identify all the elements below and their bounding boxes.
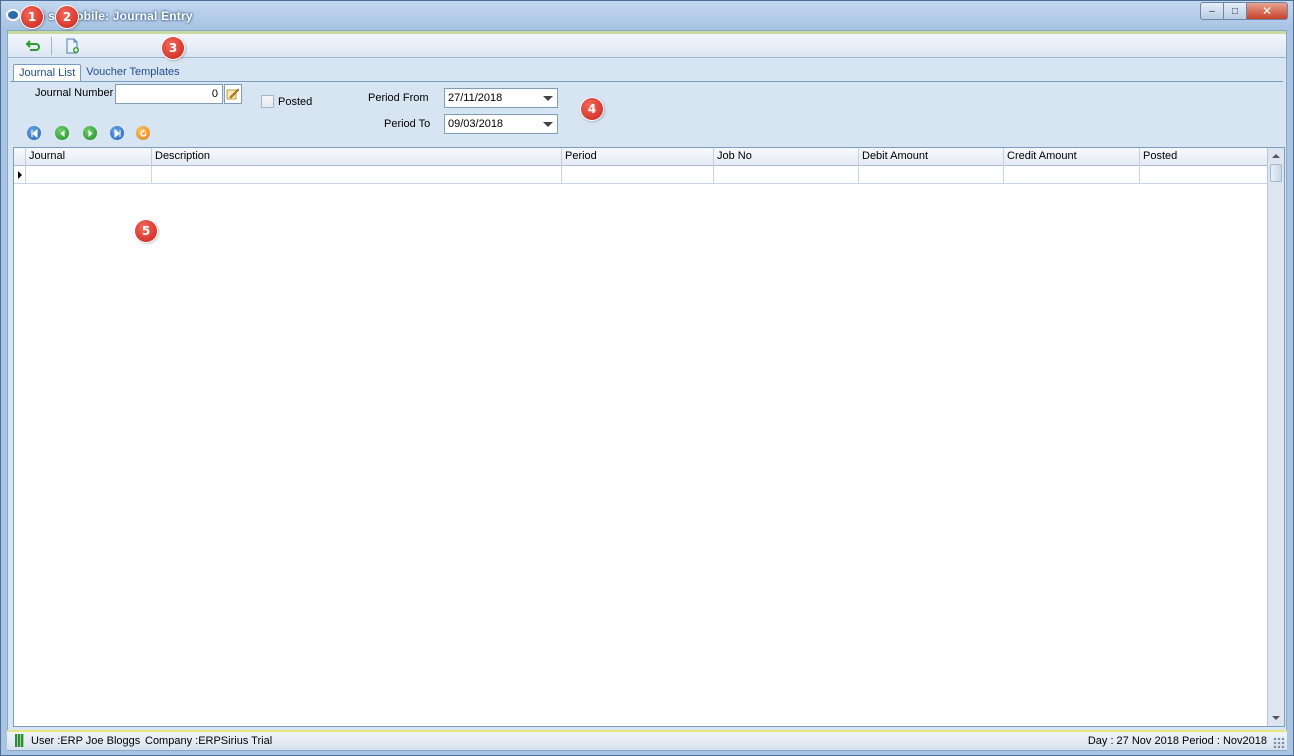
refresh-icon bbox=[139, 129, 147, 137]
first-record-button[interactable] bbox=[27, 126, 41, 140]
cell-description[interactable] bbox=[152, 166, 562, 183]
column-header-debit-amount[interactable]: Debit Amount bbox=[859, 148, 1004, 166]
toolbar-separator bbox=[51, 36, 52, 55]
resize-grip-icon[interactable] bbox=[1273, 737, 1285, 749]
callout-marker-2: 2 bbox=[56, 6, 78, 28]
chevron-down-icon[interactable] bbox=[543, 96, 553, 101]
previous-record-button[interactable] bbox=[55, 126, 69, 140]
edit-pencil-icon bbox=[226, 88, 240, 100]
callout-marker-5: 5 bbox=[135, 220, 157, 242]
close-button[interactable]: ✕ bbox=[1246, 2, 1288, 20]
period-to-value: 09/03/2018 bbox=[448, 118, 504, 130]
tab-voucher-templates[interactable]: Voucher Templates bbox=[81, 64, 184, 82]
next-record-button[interactable] bbox=[83, 126, 97, 140]
window-title: P S s +Mobile: Journal Entry bbox=[25, 9, 193, 23]
filter-panel: Journal Number 0 Posted Period From 27/1… bbox=[10, 81, 1283, 146]
cell-credit-amount[interactable] bbox=[1004, 166, 1140, 183]
column-header-credit-amount[interactable]: Credit Amount bbox=[1004, 148, 1140, 166]
database-icon bbox=[15, 734, 24, 747]
new-document-icon bbox=[66, 38, 79, 53]
column-header-job-no[interactable]: Job No bbox=[714, 148, 859, 166]
last-record-icon bbox=[114, 128, 120, 138]
grid-header: Journal Description Period Job No Debit … bbox=[14, 148, 1268, 166]
period-from-label: Period From bbox=[368, 92, 429, 104]
previous-icon bbox=[60, 129, 64, 137]
row-indicator-header bbox=[14, 148, 26, 166]
posted-label: Posted bbox=[278, 96, 313, 108]
status-day-period: Day : 27 Nov 2018 Period : Nov2018 bbox=[1087, 735, 1267, 747]
scroll-up-button[interactable] bbox=[1270, 149, 1282, 163]
cell-job-no[interactable] bbox=[714, 166, 859, 183]
last-record-button[interactable] bbox=[110, 126, 124, 140]
period-from-dropdown[interactable]: 27/11/2018 bbox=[444, 88, 558, 108]
column-header-period[interactable]: Period bbox=[562, 148, 714, 166]
scroll-down-button[interactable] bbox=[1270, 711, 1282, 725]
current-row-indicator-icon bbox=[14, 166, 26, 183]
journal-number-input[interactable]: 0 bbox=[115, 84, 223, 104]
journal-lookup-button[interactable] bbox=[224, 84, 242, 104]
status-company: Company :ERPSirius Trial bbox=[145, 735, 273, 747]
new-document-button[interactable] bbox=[62, 36, 82, 56]
refresh-button[interactable] bbox=[136, 126, 150, 140]
window-controls: – □ ✕ bbox=[1200, 2, 1288, 20]
back-button[interactable] bbox=[23, 36, 43, 56]
journal-number-label: Journal Number bbox=[35, 87, 114, 99]
callout-marker-1: 1 bbox=[21, 6, 43, 28]
next-icon bbox=[88, 129, 92, 137]
scroll-down-icon bbox=[1272, 716, 1280, 720]
period-to-label: Period To bbox=[384, 118, 431, 130]
cell-posted[interactable] bbox=[1140, 166, 1268, 183]
chevron-down-icon[interactable] bbox=[543, 122, 553, 127]
first-record-icon bbox=[31, 128, 37, 138]
title-bar[interactable]: P S s +Mobile: Journal Entry – □ ✕ bbox=[1, 1, 1293, 30]
cell-debit-amount[interactable] bbox=[859, 166, 1004, 183]
scroll-up-icon bbox=[1272, 154, 1280, 158]
return-arrow-icon bbox=[25, 39, 40, 51]
main-frame: Journal List Voucher Templates Journal N… bbox=[7, 30, 1287, 751]
column-header-description[interactable]: Description bbox=[152, 148, 562, 166]
journal-grid[interactable]: Journal Description Period Job No Debit … bbox=[13, 147, 1285, 727]
table-row[interactable] bbox=[14, 166, 1268, 184]
tab-journal-list[interactable]: Journal List bbox=[13, 64, 82, 82]
app-window: P S s +Mobile: Journal Entry – □ ✕ Journ… bbox=[0, 0, 1294, 756]
toolbar bbox=[8, 34, 1286, 58]
cell-journal[interactable] bbox=[26, 166, 152, 183]
scroll-thumb[interactable] bbox=[1270, 164, 1282, 182]
callout-marker-4: 4 bbox=[581, 98, 603, 120]
vertical-scrollbar[interactable] bbox=[1267, 148, 1284, 726]
callout-marker-3: 3 bbox=[162, 37, 184, 59]
posted-checkbox[interactable] bbox=[261, 95, 274, 108]
minimize-button[interactable]: – bbox=[1200, 2, 1224, 20]
status-user: User :ERP Joe Bloggs bbox=[31, 735, 141, 747]
column-header-journal[interactable]: Journal bbox=[26, 148, 152, 166]
app-logo-icon[interactable] bbox=[6, 9, 20, 21]
tab-strip: Journal List Voucher Templates bbox=[13, 64, 185, 82]
period-to-dropdown[interactable]: 09/03/2018 bbox=[444, 114, 558, 134]
column-header-posted[interactable]: Posted bbox=[1140, 148, 1268, 166]
status-bar: User :ERP Joe Bloggs Company :ERPSirius … bbox=[7, 730, 1287, 750]
maximize-button[interactable]: □ bbox=[1223, 2, 1247, 20]
period-from-value: 27/11/2018 bbox=[448, 92, 503, 104]
cell-period[interactable] bbox=[562, 166, 714, 183]
